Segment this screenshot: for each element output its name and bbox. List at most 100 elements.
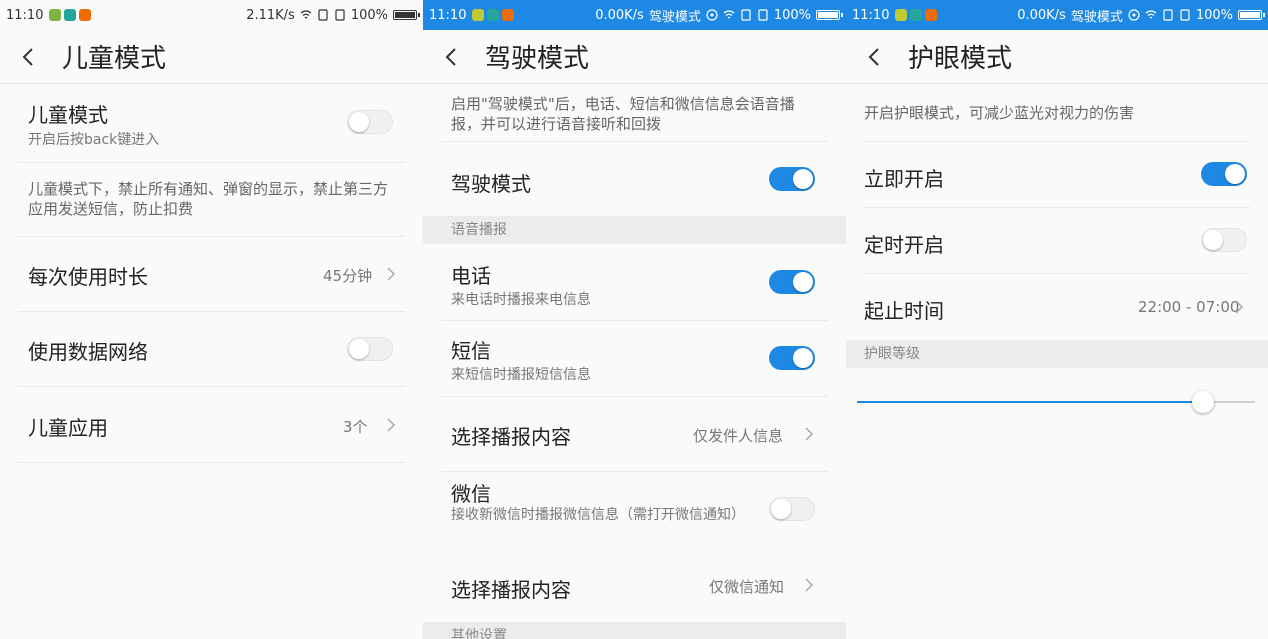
row-value: 仅微信通知 [709,578,785,596]
status-time: 11:10 [429,7,467,23]
row-label: 选择播报内容 [451,578,571,602]
title-bar: 儿童模式 [0,30,423,84]
data-network-row[interactable]: 使用数据网络 [0,312,423,386]
battery-percent: 100% [1195,7,1233,23]
data-network-switch[interactable] [347,337,393,361]
app-notification-icon [502,9,515,21]
app-notification-icon [472,9,485,21]
wifi-icon [300,10,312,19]
status-app-icons [895,9,938,21]
status-time: 11:10 [6,7,44,23]
section-header-level: 护眼等级 [846,340,1268,368]
wechat-broadcast-row[interactable]: 微信 接收新微信时播报微信信息（需打开微信通知） [423,472,846,550]
eye-protection-screen: 11:10 0.00K/s 驾驶模式 100% 护眼模式 开启护眼模式，可减少蓝… [846,0,1268,639]
app-notification-icon [895,9,908,21]
chevron-right-icon [1235,300,1244,314]
row-label: 使用数据网络 [28,340,148,364]
driving-mode-switch[interactable] [769,167,815,191]
wifi-icon [1145,10,1157,19]
row-label: 儿童应用 [28,416,108,440]
phone-broadcast-switch[interactable] [769,270,815,294]
eye-protection-description: 开启护眼模式，可减少蓝光对视力的伤害 [864,104,1135,122]
driving-mode-screen: 11:10 0.00K/s 驾驶模式 100% 驾驶模式 启用"驾驶模式"后，电… [423,0,846,639]
driving-mode-description: 启用"驾驶模式"后，电话、短信和微信信息会语音播报，并可以进行语音接听和回拨 [451,95,795,133]
chevron-right-icon [805,427,814,441]
row-label: 短信 [451,339,491,363]
row-label: 驾驶模式 [451,172,531,196]
slider-track-filled [857,401,1203,403]
row-value: 仅发件人信息 [693,427,784,445]
sim-icon [1163,9,1173,21]
row-sublabel: 来电话时播报来电信息 [451,292,591,308]
row-label: 电话 [451,264,491,288]
app-notification-icon [910,9,923,21]
row-label: 定时开启 [864,233,944,257]
sms-broadcast-row[interactable]: 短信 来短信时播报短信信息 [423,321,846,396]
chevron-right-icon [805,578,814,592]
title-bar: 护眼模式 [846,30,1268,84]
divider [18,462,405,463]
section-header-voice: 语音播报 [423,216,846,244]
back-arrow-icon[interactable] [864,46,886,68]
back-arrow-icon[interactable] [18,46,40,68]
kids-mode-switch[interactable] [347,110,393,134]
battery-icon [816,10,843,20]
sim-icon [1180,9,1190,21]
chevron-right-icon [387,418,396,432]
row-label: 选择播报内容 [451,425,571,449]
section-header-other: 其他设置 [423,622,846,639]
scheduled-switch[interactable] [1201,228,1247,252]
row-sublabel: 接收新微信时播报微信信息（需打开微信通知） [451,507,745,523]
app-notification-icon [49,9,62,21]
scheduled-row[interactable]: 定时开启 [846,208,1268,274]
sim-icon [318,9,328,21]
status-bar: 11:10 0.00K/s 驾驶模式 100% [423,0,846,30]
kids-mode-toggle-row[interactable]: 儿童模式 开启后按back键进入 [0,85,423,163]
sms-broadcast-switch[interactable] [769,346,815,370]
app-notification-icon [925,9,938,21]
row-label: 立即开启 [864,167,944,191]
network-speed: 0.00K/s [595,7,644,23]
status-bar: 11:10 0.00K/s 驾驶模式 100% [846,0,1268,30]
title-bar: 驾驶模式 [423,30,846,84]
back-arrow-icon[interactable] [441,46,463,68]
row-label: 儿童模式 [28,103,108,127]
battery-icon [1238,10,1265,20]
app-notification-icon [487,9,500,21]
steering-wheel-icon [706,9,718,21]
page-title: 儿童模式 [62,44,167,74]
page-title: 驾驶模式 [485,44,590,74]
network-speed: 2.11K/s [246,7,295,23]
enable-now-row[interactable]: 立即开启 [846,142,1268,208]
wechat-broadcast-switch[interactable] [769,497,815,521]
page-title: 护眼模式 [908,44,1013,74]
status-app-icons [49,9,92,21]
sms-content-row[interactable]: 选择播报内容 仅发件人信息 [423,397,846,471]
row-label: 起止时间 [864,299,944,323]
status-bar: 11:10 2.11K/s 100% [0,0,423,30]
battery-percent: 100% [350,7,388,23]
slider-thumb[interactable] [1192,391,1214,413]
network-speed: 0.00K/s [1017,7,1066,23]
row-value: 3个 [343,418,368,436]
chevron-right-icon [387,267,396,281]
driving-mode-toggle-row[interactable]: 驾驶模式 [423,142,846,216]
enable-now-switch[interactable] [1201,162,1247,186]
steering-wheel-icon [1128,9,1140,21]
row-sublabel: 开启后按back键进入 [28,132,160,148]
phone-broadcast-row[interactable]: 电话 来电话时播报来电信息 [423,244,846,320]
sim-icon [758,9,768,21]
app-notification-icon [64,9,77,21]
kids-apps-row[interactable]: 儿童应用 3个 [0,387,423,462]
wifi-icon [723,10,735,19]
driving-mode-indicator: 驾驶模式 [1070,9,1123,25]
battery-icon [393,10,420,20]
time-range-row[interactable]: 起止时间 22:00 - 07:00 [846,274,1268,340]
divider [18,162,405,163]
usage-duration-row[interactable]: 每次使用时长 45分钟 [0,237,423,311]
wechat-content-row[interactable]: 选择播报内容 仅微信通知 [423,550,846,622]
eye-level-slider[interactable] [857,390,1255,414]
kids-mode-screen: 11:10 2.11K/s 100% 儿童模式 儿童模式 开启后按back键进入… [0,0,423,639]
status-app-icons [472,9,515,21]
sim-icon [335,9,345,21]
